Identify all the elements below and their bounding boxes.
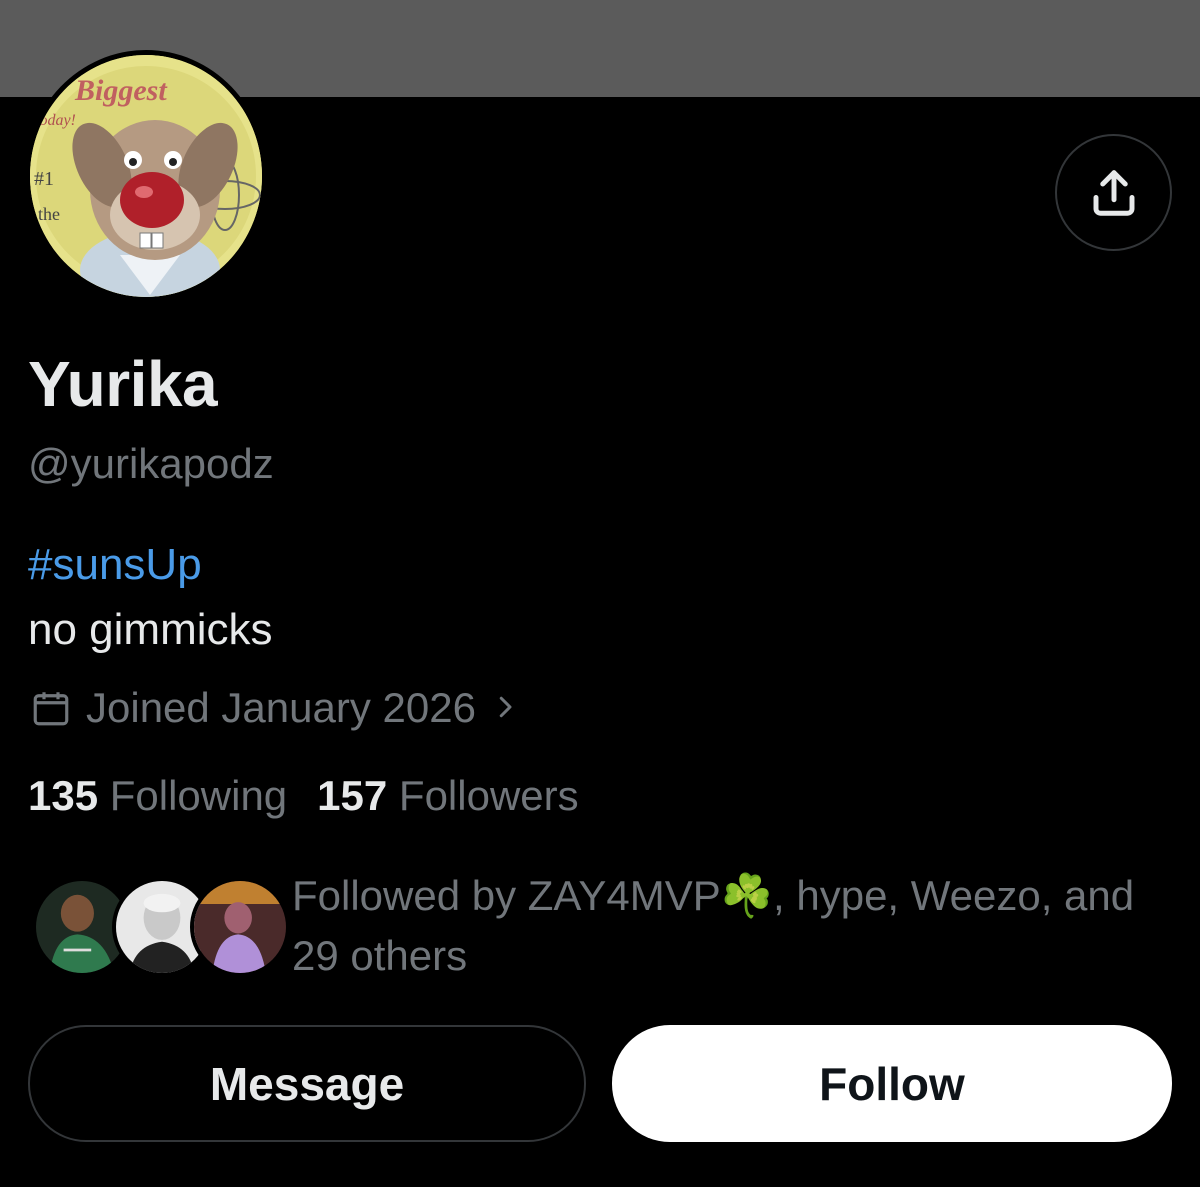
profile-handle: @yurikapodz (28, 440, 274, 487)
following-label: Following (109, 772, 288, 819)
joined-date-row[interactable]: Joined January 2026 (30, 683, 520, 733)
followers-label: Followers (398, 772, 579, 819)
followed-by-line-2: 29 others (292, 932, 468, 979)
message-button[interactable]: Message (28, 1025, 586, 1142)
share-button[interactable] (1055, 134, 1172, 251)
followed-by-avatars[interactable] (32, 877, 290, 977)
avatar-dog-illustration: Biggest today! #1 the (30, 55, 262, 297)
calendar-icon (33, 692, 69, 726)
chevron-right-icon (490, 684, 520, 732)
avatar-text-rank: #1 (34, 168, 54, 190)
follow-button[interactable]: Follow (612, 1025, 1172, 1142)
profile-page: Biggest today! #1 the Yurika @yurikapodz… (0, 0, 1200, 1187)
bio-text: no gimmicks (28, 605, 273, 654)
avatar-text-biggest: Biggest (74, 74, 168, 107)
followers-link[interactable]: 157 Followers (317, 772, 578, 820)
bio-hashtag-link[interactable]: #sunsUp (28, 540, 202, 590)
follower-avatar (190, 877, 290, 977)
avatar-text-today: today! (35, 112, 76, 129)
share-upload-icon (1093, 169, 1134, 216)
avatar-image: Biggest today! #1 the (30, 55, 262, 297)
followed-by-line-1: Followed by ZAY4MVP☘️, hype, Weezo, and (292, 872, 1135, 919)
avatar-text-the: the (38, 204, 60, 224)
following-link[interactable]: 135 Following (28, 772, 287, 820)
joined-date-text: Joined January 2026 (86, 684, 476, 731)
profile-avatar[interactable]: Biggest today! #1 the (25, 50, 267, 302)
followers-count: 157 (317, 772, 388, 819)
following-count: 135 (28, 772, 99, 819)
followed-by-text[interactable]: Followed by ZAY4MVP☘️, hype, Weezo, and … (292, 866, 1172, 986)
profile-name: Yurika (28, 348, 218, 420)
follow-counts: 135 Following 157 Followers (28, 772, 579, 820)
